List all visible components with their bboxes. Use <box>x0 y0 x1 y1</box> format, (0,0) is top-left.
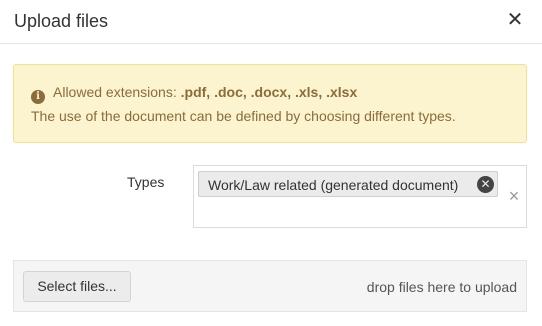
type-tag: Work/Law related (generated document) ✕ <box>198 171 498 197</box>
allowed-extensions-line: i Allowed extensions: .pdf, .doc, .docx, … <box>31 83 357 104</box>
type-tag-label: Work/Law related (generated document) <box>208 177 459 193</box>
types-multiselect[interactable]: Work/Law related (generated document) ✕ … <box>193 165 527 228</box>
info-alert: i Allowed extensions: .pdf, .doc, .docx, … <box>13 64 527 143</box>
drop-hint: drop files here to upload <box>366 279 517 295</box>
dialog-header: Upload files ✕ <box>0 0 542 44</box>
dialog-title: Upload files <box>14 11 109 31</box>
alert-description: The use of the document can be defined b… <box>31 108 456 124</box>
allowed-extensions-list: .pdf, .doc, .docx, .xls, .xlsx <box>180 84 358 100</box>
upload-dialog: Upload files ✕ i Allowed extensions: .pdf… <box>0 0 542 326</box>
info-icon: i <box>31 90 45 104</box>
close-icon[interactable]: ✕ <box>506 9 524 31</box>
allowed-extensions-prefix: Allowed extensions: <box>53 84 181 100</box>
select-files-button[interactable]: Select files... <box>23 271 131 302</box>
file-dropzone[interactable]: Select files... drop files here to uploa… <box>13 260 527 312</box>
types-label: Types <box>127 174 165 190</box>
clear-all-icon[interactable]: × <box>507 186 521 206</box>
remove-tag-icon[interactable]: ✕ <box>477 176 494 193</box>
